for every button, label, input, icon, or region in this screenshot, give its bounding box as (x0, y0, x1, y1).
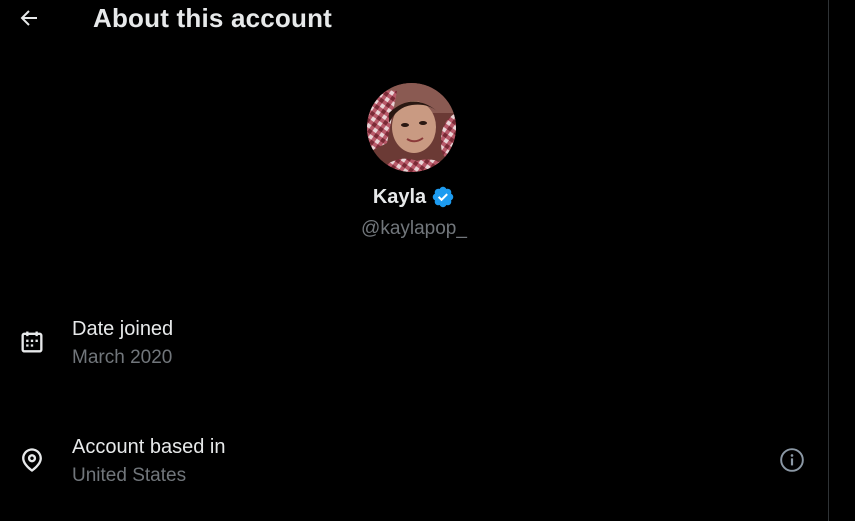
account-location-row: Account based in United States (0, 436, 828, 496)
avatar-photo (367, 83, 456, 172)
date-joined-label: Date joined (72, 318, 174, 340)
account-based-in-value: United States (72, 465, 187, 486)
column-divider (828, 0, 829, 521)
profile-name-row: Kayla (0, 185, 828, 209)
account-based-in-label: Account based in (72, 436, 226, 458)
calendar-icon (18, 328, 46, 356)
date-joined-row: Date joined March 2020 (0, 318, 828, 378)
info-button[interactable] (778, 446, 806, 474)
location-pin-icon (18, 446, 46, 474)
back-button[interactable] (12, 1, 46, 35)
arrow-left-icon (20, 10, 37, 26)
profile-handle: @kaylapop_ (361, 218, 467, 239)
avatar[interactable] (367, 83, 456, 172)
page-title: About this account (93, 3, 333, 33)
info-circle-icon (780, 448, 804, 472)
verified-badge-icon (432, 186, 454, 208)
profile-name: Kayla (372, 185, 427, 208)
about-account-page: About this account Kayla @kaylapop_ Date… (0, 0, 855, 521)
date-joined-value: March 2020 (72, 347, 173, 368)
